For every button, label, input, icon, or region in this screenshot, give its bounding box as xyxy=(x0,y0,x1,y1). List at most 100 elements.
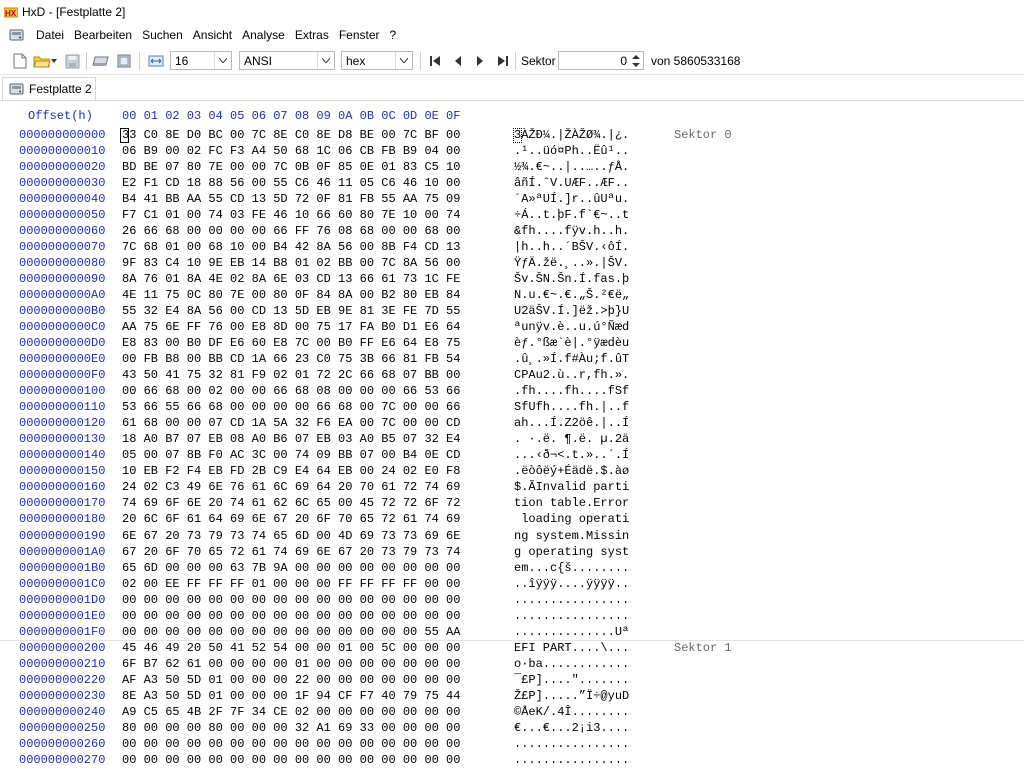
menu-extras[interactable]: Extras xyxy=(290,28,334,42)
row-ascii-text[interactable]: èƒ.°ßæ`è|.°ÿædèu xyxy=(514,336,629,350)
row-ascii-text[interactable]: U2äŠV.Í.]ëž.>þ}U xyxy=(514,304,629,318)
table-row[interactable]: 0000000000B0 55 32 E4 8A 56 00 CD 13 5D E… xyxy=(0,304,1024,320)
row-ascii-text[interactable]: ................ xyxy=(514,593,629,607)
table-row[interactable]: 000000000000 33 C0 8E D0 BC 00 7C 8E C0 8… xyxy=(0,128,1024,144)
row-ascii-text[interactable]: €...€...2¡i3.... xyxy=(514,721,629,735)
row-hex-bytes[interactable]: 26 66 68 00 00 00 00 66 FF 76 08 68 00 0… xyxy=(122,224,460,238)
row-ascii-text[interactable]: g operating syst xyxy=(514,545,629,559)
row-hex-bytes[interactable]: AA 75 6E FF 76 00 E8 8D 00 75 17 FA B0 D… xyxy=(122,320,460,334)
row-ascii-text[interactable]: ................ xyxy=(514,609,629,623)
offset-base-select[interactable]: hex xyxy=(341,51,413,70)
new-file-button[interactable] xyxy=(11,51,29,71)
row-ascii-text[interactable]: . ·.ë. ¶.ë. µ.2ä xyxy=(514,432,629,446)
row-hex-bytes[interactable]: E8 83 00 B0 DF E6 60 E8 7C 00 B0 FF E6 6… xyxy=(122,336,460,350)
table-row[interactable]: 000000000150 10 EB F2 F4 EB FD 2B C9 E4 6… xyxy=(0,464,1024,480)
table-row[interactable]: 0000000001C0 02 00 EE FF FF FF 01 00 00 0… xyxy=(0,577,1024,593)
row-ascii-text[interactable]: ªunÿv.è..u.ú°Ñæd xyxy=(514,320,629,334)
row-hex-bytes[interactable]: 00 66 68 00 02 00 00 66 68 08 00 00 00 6… xyxy=(122,384,460,398)
row-hex-bytes[interactable]: A9 C5 65 4B 2F 7F 34 CE 02 00 00 00 00 0… xyxy=(122,705,460,719)
row-hex-bytes[interactable]: 10 EB F2 F4 EB FD 2B C9 E4 64 EB 00 24 0… xyxy=(122,464,460,478)
last-sector-button[interactable] xyxy=(494,51,512,71)
row-hex-bytes[interactable]: 00 00 00 00 00 00 00 00 00 00 00 00 00 0… xyxy=(122,753,460,767)
table-row[interactable]: 000000000270 00 00 00 00 00 00 00 00 00 0… xyxy=(0,753,1024,769)
row-ascii-text[interactable]: &fh....fÿv.h..h. xyxy=(514,224,629,238)
row-ascii-text[interactable]: CPAu2.ù..r,fh.». xyxy=(514,368,629,382)
table-row[interactable]: 000000000120 61 68 00 00 07 CD 1A 5A 32 F… xyxy=(0,416,1024,432)
row-ascii-text[interactable]: Šv.ŠN.Šn.Í.fas.þ xyxy=(514,272,629,286)
table-row[interactable]: 000000000040 B4 41 BB AA 55 CD 13 5D 72 0… xyxy=(0,192,1024,208)
row-ascii-text[interactable]: ½¾.€~..|..…..ƒÅ. xyxy=(514,160,629,174)
first-sector-button[interactable] xyxy=(426,51,444,71)
table-row[interactable]: 0000000000A0 4E 11 75 0C 80 7E 00 80 0F 8… xyxy=(0,288,1024,304)
row-ascii-text[interactable]: .¹..üó¤Ph..Ëû¹.. xyxy=(514,144,629,158)
row-ascii-text[interactable]: Ž£P].....”Ï÷@yuD xyxy=(514,689,629,703)
row-hex-bytes[interactable]: 8E A3 50 5D 01 00 00 00 1F 94 CF F7 40 7… xyxy=(122,689,460,703)
menu-datei[interactable]: Datei xyxy=(31,28,69,42)
row-ascii-text[interactable]: ©ÅeK/.4Î........ xyxy=(514,705,629,719)
row-ascii-text[interactable]: ÷Á..t.þF.f`€~..t xyxy=(514,208,629,222)
row-hex-bytes[interactable]: 06 B9 00 02 FC F3 A4 50 68 1C 06 CB FB B… xyxy=(122,144,460,158)
row-ascii-text[interactable]: ¯£P]...."....... xyxy=(514,673,629,687)
table-row[interactable]: 0000000001B0 65 6D 00 00 00 63 7B 9A 00 0… xyxy=(0,561,1024,577)
row-ascii-text[interactable]: âñÍ.ˆV.UÆF..ÆF.. xyxy=(514,176,629,190)
table-row[interactable]: 000000000010 06 B9 00 02 FC F3 A4 50 68 1… xyxy=(0,144,1024,160)
table-row[interactable]: 0000000000E0 00 FB B8 00 BB CD 1A 66 23 C… xyxy=(0,352,1024,368)
table-row[interactable]: 0000000001A0 67 20 6F 70 65 72 61 74 69 6… xyxy=(0,545,1024,561)
menu-help[interactable]: ? xyxy=(385,28,402,42)
table-row[interactable]: 000000000170 74 69 6F 6E 20 74 61 62 6C 6… xyxy=(0,496,1024,512)
table-row[interactable]: 000000000210 6F B7 62 61 00 00 00 00 01 0… xyxy=(0,657,1024,673)
row-hex-bytes[interactable]: 02 00 EE FF FF FF 01 00 00 00 FF FF FF F… xyxy=(122,577,460,591)
table-row[interactable]: 0000000000F0 43 50 41 75 32 81 F9 02 01 7… xyxy=(0,368,1024,384)
row-ascii-text[interactable]: em...c{š........ xyxy=(514,561,629,575)
table-row[interactable]: 000000000130 18 A0 B7 07 EB 08 A0 B6 07 E… xyxy=(0,432,1024,448)
row-ascii-text[interactable]: .fh....fh....fSf xyxy=(514,384,629,398)
row-hex-bytes[interactable]: 8A 76 01 8A 4E 02 8A 6E 03 CD 13 66 61 7… xyxy=(122,272,460,286)
row-hex-bytes[interactable]: 61 68 00 00 07 CD 1A 5A 32 F6 EA 00 7C 0… xyxy=(122,416,460,430)
spin-updown-icon[interactable] xyxy=(632,54,640,68)
row-ascii-text[interactable]: .ëòôëý+Éädë.$.àø xyxy=(514,464,629,478)
row-ascii-text[interactable]: 3ÀŽÐ¼.|ŽÀŽØ¾.|¿. xyxy=(514,128,629,142)
row-ascii-text[interactable]: ................ xyxy=(514,737,629,751)
open-ram-button[interactable] xyxy=(114,51,134,71)
row-hex-bytes[interactable]: 33 C0 8E D0 BC 00 7C 8E C0 8E D8 BE 00 7… xyxy=(122,128,460,142)
row-hex-bytes[interactable]: 20 6C 6F 61 64 69 6E 67 20 6F 70 65 72 6… xyxy=(122,512,460,526)
row-ascii-text[interactable]: ..............Uª xyxy=(514,625,629,639)
row-hex-bytes[interactable]: BD BE 07 80 7E 00 00 7C 0B 0F 85 0E 01 8… xyxy=(122,160,460,174)
menu-suchen[interactable]: Suchen xyxy=(137,28,188,42)
open-file-button[interactable] xyxy=(31,51,59,71)
table-row[interactable]: 0000000001E0 00 00 00 00 00 00 00 00 00 0… xyxy=(0,609,1024,625)
next-sector-button[interactable] xyxy=(471,51,489,71)
menu-analyse[interactable]: Analyse xyxy=(237,28,290,42)
row-hex-bytes[interactable]: 55 32 E4 8A 56 00 CD 13 5D EB 9E 81 3E F… xyxy=(122,304,460,318)
row-hex-bytes[interactable]: 00 00 00 00 00 00 00 00 00 00 00 00 00 0… xyxy=(122,609,460,623)
row-ascii-text[interactable]: ................ xyxy=(514,753,629,767)
table-row[interactable]: 000000000090 8A 76 01 8A 4E 02 8A 6E 03 C… xyxy=(0,272,1024,288)
row-hex-bytes[interactable]: 4E 11 75 0C 80 7E 00 80 0F 84 8A 00 B2 8… xyxy=(122,288,460,302)
row-ascii-text[interactable]: ŸƒÄ.žë.¸..».|ŠV. xyxy=(514,256,629,270)
disk-document-icon[interactable] xyxy=(9,28,25,42)
bytes-per-row-select[interactable]: 16 xyxy=(170,51,232,70)
row-ascii-text[interactable]: N.u.€~.€.„Š.²€ë„ xyxy=(514,288,629,302)
table-row[interactable]: 000000000140 05 00 07 8B F0 AC 3C 00 74 0… xyxy=(0,448,1024,464)
row-hex-bytes[interactable]: 53 66 55 66 68 00 00 00 00 66 68 00 7C 0… xyxy=(122,400,460,414)
table-row[interactable]: 000000000050 F7 C1 01 00 74 03 FE 46 10 6… xyxy=(0,208,1024,224)
table-row[interactable]: 000000000250 80 00 00 00 80 00 00 00 32 A… xyxy=(0,721,1024,737)
table-row[interactable]: 0000000001D0 00 00 00 00 00 00 00 00 00 0… xyxy=(0,593,1024,609)
row-hex-bytes[interactable]: 05 00 07 8B F0 AC 3C 00 74 09 BB 07 00 B… xyxy=(122,448,460,462)
row-ascii-text[interactable]: ´A»ªUÍ.]r..ûUªu. xyxy=(514,192,629,206)
table-row[interactable]: 0000000000C0 AA 75 6E FF 76 00 E8 8D 00 7… xyxy=(0,320,1024,336)
table-row[interactable]: 000000000160 24 02 C3 49 6E 76 61 6C 69 6… xyxy=(0,480,1024,496)
menu-bearbeiten[interactable]: Bearbeiten xyxy=(69,28,137,42)
menu-ansicht[interactable]: Ansicht xyxy=(188,28,237,42)
row-hex-bytes[interactable]: E2 F1 CD 18 88 56 00 55 C6 46 11 05 C6 4… xyxy=(122,176,460,190)
save-button[interactable] xyxy=(62,51,82,71)
row-hex-bytes[interactable]: 80 00 00 00 80 00 00 00 32 A1 69 33 00 0… xyxy=(122,721,460,735)
row-ascii-text[interactable]: EFI PART....\... xyxy=(514,641,629,655)
table-row[interactable]: 000000000220 AF A3 50 5D 01 00 00 00 22 0… xyxy=(0,673,1024,689)
row-hex-bytes[interactable]: F7 C1 01 00 74 03 FE 46 10 66 60 80 7E 1… xyxy=(122,208,460,222)
table-row[interactable]: 000000000190 6E 67 20 73 79 73 74 65 6D 0… xyxy=(0,529,1024,545)
table-row[interactable]: 000000000240 A9 C5 65 4B 2F 7F 34 CE 02 0… xyxy=(0,705,1024,721)
row-ascii-text[interactable]: tion table.Error xyxy=(514,496,629,510)
row-ascii-text[interactable]: ...‹ð¬<.t.»..´.Í xyxy=(514,448,629,462)
sector-number-input[interactable]: 0 xyxy=(558,51,644,70)
